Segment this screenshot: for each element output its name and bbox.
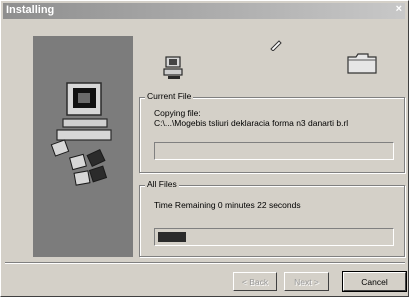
current-file-progress-bar [154, 142, 394, 160]
close-icon[interactable]: × [396, 3, 402, 15]
cancel-button[interactable]: Cancel [342, 271, 407, 292]
installer-window: Installing × Current File Copying file: … [0, 0, 409, 297]
all-files-progress-bar [154, 228, 394, 246]
title-bar[interactable]: Installing × [3, 3, 405, 19]
all-files-group: All Files Time Remaining 0 minutes 22 se… [139, 179, 405, 257]
flying-file-icon [270, 40, 282, 51]
content-area: Current File Copying file: C:\...\Mogebi… [138, 35, 408, 259]
back-button[interactable]: < Back [233, 272, 277, 291]
all-files-label: All Files [145, 179, 179, 189]
window-title: Installing [6, 4, 55, 16]
folder-icon [347, 53, 377, 74]
current-file-label: Current File [145, 91, 194, 101]
all-files-progress-fill [158, 232, 186, 242]
button-divider [5, 262, 405, 264]
next-button[interactable]: Next > [284, 272, 329, 291]
side-panel [33, 36, 133, 257]
current-file-path: C:\...\Mogebis tsliuri deklaracia forma … [154, 118, 349, 128]
install-computer-icon [163, 56, 183, 79]
time-remaining-text: Time Remaining 0 minutes 22 seconds [154, 200, 301, 210]
current-file-group: Current File Copying file: C:\...\Mogebi… [139, 91, 405, 173]
computer-with-floppies-icon [50, 82, 112, 186]
copying-status-text: Copying file: [154, 108, 201, 118]
